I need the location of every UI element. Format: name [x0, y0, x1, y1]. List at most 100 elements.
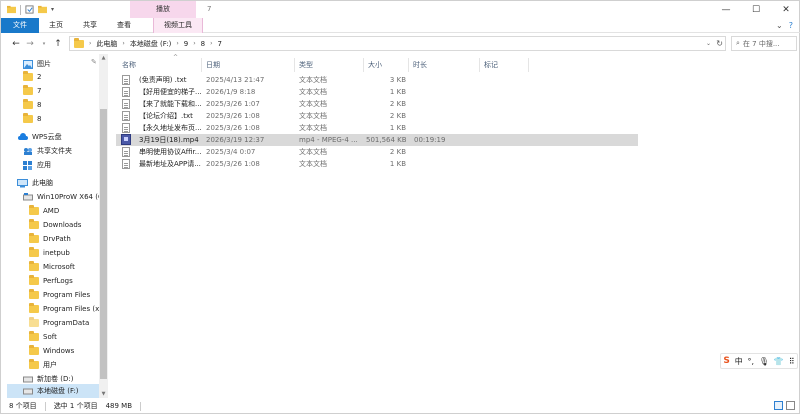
file-row[interactable]: 【来了就能下载和... 2025/3/26 1:07 文本文档 2 KB [116, 98, 638, 110]
column-size[interactable]: 大小 [368, 58, 382, 72]
column-divider[interactable] [479, 58, 480, 72]
nav-item-program-files-x86[interactable]: Program Files (x8 [29, 302, 104, 316]
column-name[interactable]: 名称 [122, 58, 136, 72]
scrollbar-thumb[interactable] [100, 109, 107, 379]
folder-icon [29, 345, 39, 355]
forward-icon[interactable]: → [23, 39, 37, 49]
nav-label: 应用 [37, 161, 51, 169]
nav-item-perflogs[interactable]: PerfLogs [29, 274, 73, 288]
column-divider[interactable] [201, 58, 202, 72]
back-icon[interactable]: ← [9, 39, 23, 49]
nav-item-inetpub[interactable]: inetpub [29, 246, 70, 260]
punctuation-icon[interactable]: °, [748, 357, 755, 366]
column-divider[interactable] [408, 58, 409, 72]
breadcrumb-7[interactable]: 7 [218, 40, 222, 48]
search-box[interactable]: ⌕ 在 7 中搜... [731, 36, 797, 51]
nav-item-program-files[interactable]: Program Files [29, 288, 90, 302]
shared-folder-icon [24, 147, 32, 155]
large-icons-view-icon[interactable] [786, 401, 795, 410]
column-date[interactable]: 日期 [206, 58, 220, 72]
folder-icon [29, 247, 39, 257]
column-divider[interactable] [363, 58, 364, 72]
nav-item-folder-8b[interactable]: 8 [23, 112, 41, 126]
skin-icon[interactable]: 👕 [774, 357, 784, 366]
column-divider[interactable] [294, 58, 295, 72]
properties-icon[interactable] [25, 5, 34, 14]
breadcrumb-this-pc[interactable]: 此电脑 [96, 39, 117, 49]
text-file-icon [122, 75, 130, 85]
file-row[interactable]: 串明使用协议Affir... 2025/3/4 0:07 文本文档 2 KB [116, 146, 638, 158]
sort-up-icon: ^ [173, 54, 179, 61]
address-dropdown-icon[interactable]: ⌄ [706, 40, 711, 47]
tab-home[interactable]: 主页 [39, 18, 73, 33]
nav-item-pictures[interactable]: 图片 [23, 57, 99, 71]
file-row[interactable]: 【好用便宜的梯子... 2026/1/9 8:18 文本文档 1 KB [116, 86, 638, 98]
nav-item-amd[interactable]: AMD [29, 204, 59, 218]
recent-locations-icon[interactable]: ▾ [37, 41, 51, 47]
nav-item-windows[interactable]: Windows [29, 344, 74, 358]
nav-scrollbar[interactable]: ▲ ▼ [99, 54, 108, 398]
nav-item-programdata[interactable]: ProgramData [29, 316, 89, 330]
refresh-icon[interactable]: ↻ [716, 39, 723, 48]
ime-mode-toggle[interactable]: 中 [735, 356, 743, 367]
help-icon[interactable]: ? [789, 21, 793, 30]
toolbox-icon[interactable]: ⠿ [789, 357, 795, 366]
file-type: mp4 - MPEG-4 ... [299, 136, 358, 144]
nav-item-folder-2[interactable]: 2 [23, 70, 41, 84]
new-folder-icon[interactable] [38, 5, 47, 14]
file-name: 串明使用协议Affir... [139, 148, 202, 156]
search-icon: ⌕ [736, 39, 740, 47]
column-tags[interactable]: 标记 [484, 58, 498, 72]
nav-item-users[interactable]: 用户 [29, 358, 57, 372]
up-icon[interactable]: ↑ [51, 39, 65, 49]
column-type[interactable]: 类型 [299, 58, 313, 72]
details-view-icon[interactable] [774, 401, 783, 410]
nav-item-soft[interactable]: Soft [29, 330, 57, 344]
breadcrumb-9[interactable]: 9 [184, 40, 188, 48]
search-input[interactable]: 在 7 中搜... [743, 39, 780, 49]
nav-item-downloads[interactable]: Downloads [29, 218, 81, 232]
nav-item-shared-folder[interactable]: 共享文件夹 [23, 144, 72, 158]
minimize-button[interactable]: — [711, 1, 741, 18]
address-bar[interactable]: › 此电脑 › 本地磁盘 (F:) › 9 › 8 › 7 ⌄ ↻ [69, 36, 726, 51]
column-duration[interactable]: 时长 [413, 58, 427, 72]
nav-item-folder-7[interactable]: 7 [23, 84, 41, 98]
file-row[interactable]: 【论坛介绍】.txt 2025/3/26 1:08 文本文档 2 KB [116, 110, 638, 122]
scroll-up-icon[interactable]: ▲ [99, 54, 108, 62]
nav-label: 图片 [37, 60, 51, 68]
nav-item-wps-cloud[interactable]: WPS云盘 [17, 130, 62, 144]
tab-view[interactable]: 查看 [107, 18, 141, 33]
tab-share[interactable]: 共享 [73, 18, 107, 33]
nav-item-drive-c[interactable]: Win10ProW X64 (C [23, 190, 103, 204]
nav-item-apps[interactable]: 应用 [23, 158, 51, 172]
nav-item-this-pc[interactable]: 此电脑 [17, 176, 53, 190]
ime-toolbar[interactable]: S 中 °, 🎙 👕 ⠿ [720, 353, 798, 369]
file-date: 2026/3/19 12:37 [206, 136, 265, 144]
tab-file[interactable]: 文件 [1, 18, 39, 33]
customize-toolbar-icon[interactable]: ▾ [51, 6, 54, 13]
expand-ribbon-icon[interactable]: ⌄ [776, 21, 783, 30]
microphone-icon[interactable]: 🎙 [759, 357, 769, 366]
pin-icon[interactable]: ✎ [91, 58, 97, 66]
file-row[interactable]: 最新地址及APP请... 2025/3/26 1:08 文本文档 1 KB [116, 158, 638, 170]
nav-item-drvpath[interactable]: DrvPath [29, 232, 71, 246]
scroll-down-icon[interactable]: ▼ [99, 390, 108, 398]
sogou-logo-icon[interactable]: S [723, 356, 729, 366]
chevron-right-icon: › [176, 40, 179, 47]
column-divider[interactable] [528, 58, 529, 72]
nav-label: Program Files (x8 [43, 305, 104, 313]
close-button[interactable]: ✕ [771, 1, 800, 18]
breadcrumb-drive-f[interactable]: 本地磁盘 (F:) [130, 39, 172, 49]
nav-item-drive-f[interactable]: 本地磁盘 (F:) [7, 384, 99, 398]
breadcrumb-8[interactable]: 8 [201, 40, 205, 48]
apps-grid-icon [23, 160, 32, 170]
file-name: (免责声明) .txt [139, 76, 187, 84]
file-row-selected[interactable]: 3月19日(18).mp4 2026/3/19 12:37 mp4 - MPEG… [116, 134, 638, 146]
file-row[interactable]: 【永久地址发布页... 2025/3/26 1:08 文本文档 1 KB [116, 122, 638, 134]
nav-item-microsoft[interactable]: Microsoft [29, 260, 75, 274]
tab-video-tools[interactable]: 视频工具 [153, 18, 203, 33]
title-bar: ▾ 播放 7 — ☐ ✕ [1, 1, 800, 18]
maximize-button[interactable]: ☐ [741, 1, 771, 18]
nav-item-folder-8a[interactable]: 8 [23, 98, 41, 112]
file-row[interactable]: (免责声明) .txt 2025/4/13 21:47 文本文档 3 KB [116, 74, 638, 86]
